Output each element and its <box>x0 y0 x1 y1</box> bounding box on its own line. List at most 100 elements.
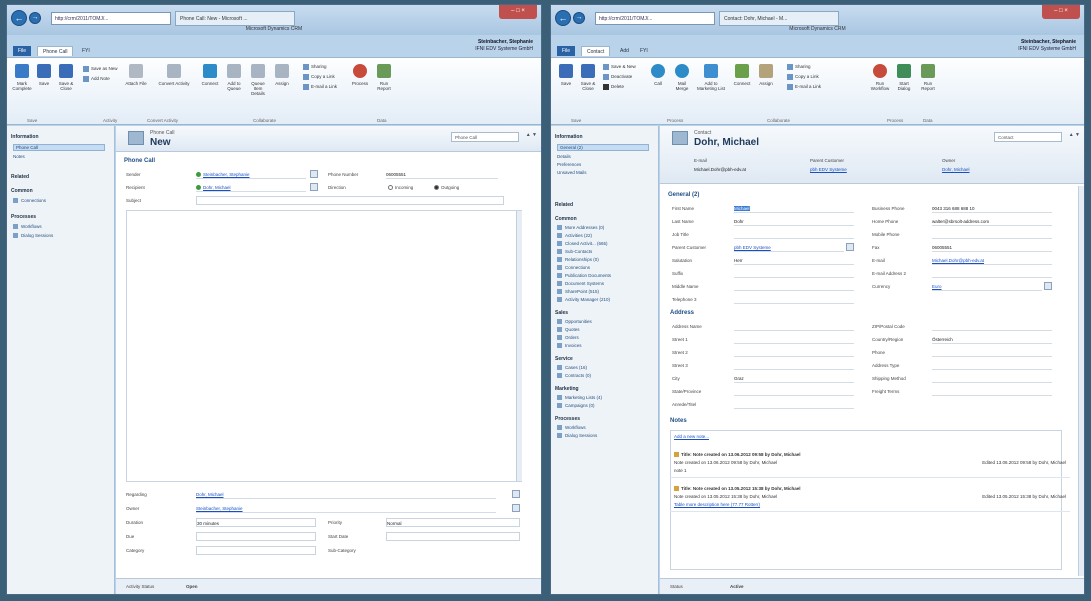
owner-field[interactable]: Steinbacher, Stephanie <box>196 504 496 513</box>
start-dialog-button[interactable]: Start Dialog <box>893 64 915 91</box>
forward-icon[interactable]: → <box>29 12 41 24</box>
nav-item-sharepoint[interactable]: SharePoint (515) <box>557 289 599 295</box>
nav-item-relationships[interactable]: Relationships (0) <box>557 257 599 263</box>
email2-field[interactable] <box>932 269 1052 278</box>
assign-button[interactable]: Assign <box>755 64 777 86</box>
lookup-icon[interactable] <box>310 170 318 178</box>
suffix-field[interactable] <box>734 269 854 278</box>
due-date-field[interactable] <box>196 532 316 541</box>
nav-item-campaigns[interactable]: Campaigns (0) <box>557 403 595 409</box>
nav-item-publication-documents[interactable]: Publication Documents <box>557 273 611 279</box>
parent-customer-field[interactable]: pbh EDV Systeme <box>734 243 844 252</box>
queue-item-details-button[interactable]: Queue Item Details <box>247 64 269 96</box>
email-field[interactable]: Michael.Dohr@pbh-edv.at <box>932 256 1052 265</box>
city-field[interactable]: Graz <box>734 374 854 383</box>
nav-item-contracts[interactable]: Contracts (0) <box>557 373 591 379</box>
nav-item-unsaved-mails[interactable]: Unsaved Mails <box>557 170 587 175</box>
save-new-button[interactable]: Save & New <box>603 64 636 70</box>
nav-item-document-systems[interactable]: Document Systems <box>557 281 604 287</box>
nav-item-workflows[interactable]: Workflows <box>13 224 42 230</box>
back-icon[interactable]: ← <box>11 10 27 26</box>
header-owner-link[interactable]: Dohr, Michael <box>942 167 970 172</box>
form-selector[interactable]: Phone Call <box>451 132 519 142</box>
extra-field[interactable] <box>734 400 854 409</box>
save-button[interactable]: Save <box>555 64 577 86</box>
nav-item-dialog-sessions[interactable]: Dialog Sessions <box>13 233 53 239</box>
copy-link-button[interactable]: Copy a Link <box>787 74 819 80</box>
save-close-button[interactable]: Save & Close <box>55 64 77 91</box>
tab-add[interactable]: Add <box>615 46 634 56</box>
tab-phone-call[interactable]: Phone Call <box>37 46 74 56</box>
subject-field[interactable] <box>196 196 504 205</box>
nav-item-orders[interactable]: Orders <box>557 335 579 341</box>
nav-item-activity-manager[interactable]: Activity Manager (210) <box>557 297 610 303</box>
nav-item-marketing-lists[interactable]: Marketing Lists (4) <box>557 395 602 401</box>
window-controls[interactable]: – □ × <box>499 5 537 19</box>
nav-item-preferences[interactable]: Preferences <box>557 162 581 167</box>
header-parent-link[interactable]: pbh EDV Systeme <box>810 167 847 172</box>
sharing-button[interactable]: Sharing <box>787 64 811 70</box>
street2-field[interactable] <box>734 348 854 357</box>
first-name-field[interactable]: Michael <box>734 204 854 213</box>
address-name-field[interactable] <box>734 322 854 331</box>
nav-item-phone-call[interactable]: Phone Call <box>13 144 105 151</box>
salutation-field[interactable]: Herr <box>734 256 854 265</box>
forward-icon[interactable]: → <box>573 12 585 24</box>
duration-select[interactable]: 30 minutes <box>196 518 316 527</box>
note-item[interactable]: Title: Note created on 13.06.2012 09:58 … <box>670 448 1070 478</box>
nav-item-general[interactable]: General (2) <box>557 144 649 151</box>
nav-item-closed-activities[interactable]: Closed Activit... (665) <box>557 241 608 247</box>
sharing-button[interactable]: Sharing <box>303 64 327 70</box>
business-phone-field[interactable]: 0043 316 688 688 10 <box>932 204 1052 213</box>
save-close-button[interactable]: Save & Close <box>577 64 599 91</box>
shipping-method-select[interactable] <box>932 374 1052 383</box>
form-scrollbar[interactable] <box>1078 186 1084 576</box>
mobile-phone-field[interactable] <box>932 230 1052 239</box>
deactivate-button[interactable]: Deactivate <box>603 74 632 80</box>
job-title-field[interactable] <box>734 230 854 239</box>
description-textarea[interactable] <box>126 210 522 482</box>
nav-item-notes[interactable]: Notes <box>13 154 25 159</box>
email-link-button[interactable]: E-mail a Link <box>787 84 821 90</box>
telephone3-field[interactable] <box>734 295 854 304</box>
nav-item-connections[interactable]: Connections <box>557 265 590 271</box>
street3-field[interactable] <box>734 361 854 370</box>
convert-activity-button[interactable]: Convert Activity <box>157 64 191 86</box>
tab-fyi[interactable]: FYI <box>635 46 653 56</box>
nav-item-details[interactable]: Details <box>557 154 571 159</box>
mark-complete-button[interactable]: Mark Complete <box>11 64 33 91</box>
add-to-queue-button[interactable]: Add to Queue <box>223 64 245 91</box>
connect-button[interactable]: Connect <box>731 64 753 86</box>
record-nav-arrows[interactable]: ▲ ▼ <box>1069 132 1080 138</box>
address-bar[interactable]: http://crm/2011/TOMJ/... <box>51 12 171 25</box>
browser-tab[interactable]: Contact: Dohr, Michael - M... <box>719 11 839 26</box>
mail-merge-button[interactable]: Mail Merge <box>671 64 693 91</box>
nav-item-invoices[interactable]: Invoices <box>557 343 582 349</box>
run-report-button[interactable]: Run Report <box>917 64 939 91</box>
connect-button[interactable]: Connect <box>199 64 221 86</box>
nav-item-opportunities[interactable]: Opportunities <box>557 319 592 325</box>
email-link-button[interactable]: E-mail a Link <box>303 84 337 90</box>
address-phone-field[interactable] <box>932 348 1052 357</box>
address-type-select[interactable] <box>932 361 1052 370</box>
phone-number-field[interactable]: 06005551 <box>386 170 498 179</box>
save-button[interactable]: Save <box>33 64 55 86</box>
lookup-icon[interactable] <box>846 243 854 251</box>
nav-item-workflows[interactable]: Workflows <box>557 425 586 431</box>
delete-button[interactable]: Delete <box>603 84 624 90</box>
nav-item-sub-contacts[interactable]: Sub-Contacts <box>557 249 592 255</box>
add-to-marketing-list-button[interactable]: Add to Marketing List <box>695 64 727 91</box>
zip-field[interactable] <box>932 322 1052 331</box>
start-date-field[interactable] <box>386 532 520 541</box>
incoming-radio[interactable]: Incoming <box>388 185 413 191</box>
window-controls[interactable]: – □ × <box>1042 5 1080 19</box>
priority-select[interactable]: Normal <box>386 518 520 527</box>
attach-file-button[interactable]: Attach File <box>125 64 147 86</box>
description-scrollbar[interactable] <box>516 211 522 481</box>
regarding-field[interactable]: Dohr, Michael <box>196 490 496 499</box>
middle-name-field[interactable] <box>734 282 854 291</box>
nav-item-activities[interactable]: Activities (22) <box>557 233 592 239</box>
assign-button[interactable]: Assign <box>271 64 293 86</box>
nav-item-more-addresses[interactable]: More Addresses (0) <box>557 225 604 231</box>
lookup-icon[interactable] <box>512 504 520 512</box>
